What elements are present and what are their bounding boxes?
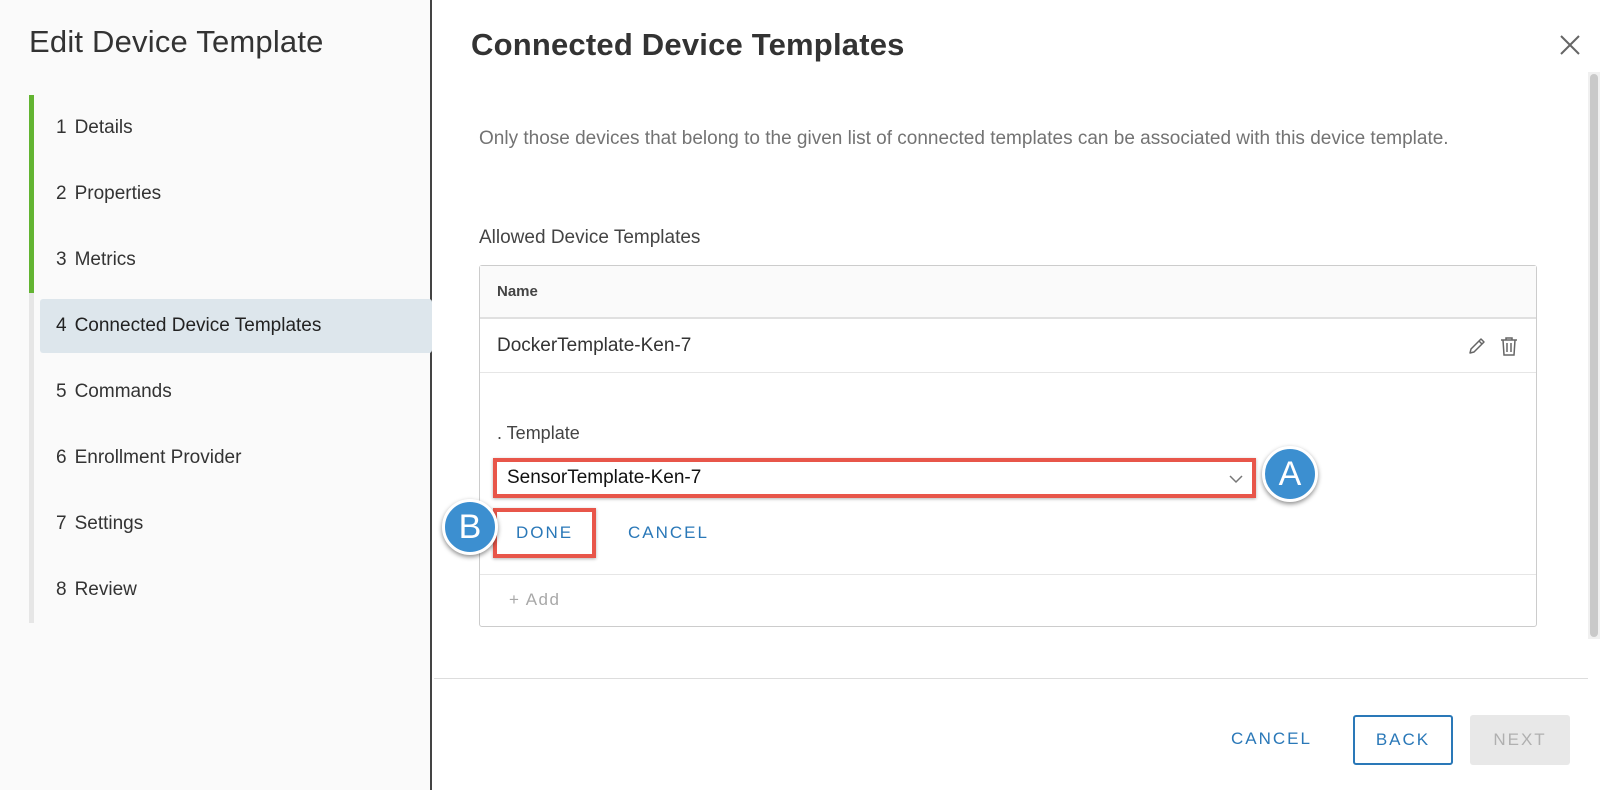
step-properties[interactable]: 2 Properties bbox=[29, 161, 432, 227]
step-number: 8 bbox=[56, 579, 67, 600]
back-button[interactable]: BACK bbox=[1353, 715, 1453, 765]
footer-cancel-button[interactable]: CANCEL bbox=[1231, 715, 1312, 763]
template-name: DockerTemplate-Ken-7 bbox=[497, 334, 692, 356]
section-label: Allowed Device Templates bbox=[479, 227, 701, 248]
step-details[interactable]: 1 Details bbox=[29, 95, 432, 161]
trash-icon[interactable] bbox=[1498, 335, 1520, 357]
step-progress-bar bbox=[29, 557, 34, 623]
step-label: Metrics bbox=[74, 249, 136, 270]
wizard-footer: CANCEL BACK NEXT bbox=[434, 678, 1588, 790]
table-row: DockerTemplate-Ken-7 bbox=[480, 319, 1536, 373]
step-enrollment-provider[interactable]: 6 Enrollment Provider bbox=[29, 425, 432, 491]
row-actions bbox=[1466, 335, 1520, 357]
main-panel: Connected Device Templates Only those de… bbox=[434, 0, 1600, 790]
description-text: Only those devices that belong to the gi… bbox=[479, 128, 1449, 149]
step-label: Review bbox=[74, 579, 137, 600]
step-review[interactable]: 8 Review bbox=[29, 557, 432, 623]
page-title: Connected Device Templates bbox=[471, 27, 905, 62]
editor-cancel-button[interactable]: CANCEL bbox=[628, 508, 709, 558]
next-button[interactable]: NEXT bbox=[1470, 715, 1570, 765]
scrollbar-thumb[interactable] bbox=[1590, 74, 1598, 637]
add-template-button[interactable]: + Add bbox=[480, 575, 1536, 625]
template-editor: . Template SensorTemplate-Ken-7 DONE CAN… bbox=[480, 373, 1536, 575]
wizard-sidebar: Edit Device Template 1 Details 2 Propertie… bbox=[0, 0, 432, 790]
step-number: 1 bbox=[56, 117, 67, 138]
step-number: 6 bbox=[56, 447, 67, 468]
step-number: 2 bbox=[56, 183, 67, 204]
chevron-down-icon bbox=[1228, 471, 1244, 487]
table-header: Name bbox=[480, 266, 1536, 319]
step-progress-bar bbox=[29, 491, 34, 557]
step-label: Commands bbox=[74, 381, 172, 402]
step-number: 4 bbox=[56, 315, 67, 336]
step-commands[interactable]: 5 Commands bbox=[29, 359, 432, 425]
step-progress-bar bbox=[29, 161, 34, 227]
step-progress-bar bbox=[29, 227, 34, 293]
done-button[interactable]: DONE bbox=[493, 508, 596, 558]
step-progress-bar bbox=[29, 95, 34, 161]
column-header-name: Name bbox=[497, 283, 538, 300]
step-label: Settings bbox=[74, 513, 144, 534]
step-settings[interactable]: 7 Settings bbox=[29, 491, 432, 557]
allowed-templates-table: Name DockerTemplate-Ken-7 . Template Sen… bbox=[479, 265, 1537, 627]
scrollbar[interactable] bbox=[1588, 72, 1600, 639]
step-connected-device-templates[interactable]: 4 Connected Device Templates bbox=[29, 293, 432, 359]
step-label: Connected Device Templates bbox=[74, 315, 322, 336]
wizard-steps: 1 Details 2 Properties 3 Metrics 4 Connected… bbox=[29, 95, 432, 623]
step-progress-bar bbox=[29, 359, 34, 425]
step-label: Details bbox=[74, 117, 133, 138]
close-icon[interactable] bbox=[1557, 32, 1583, 58]
step-label: Properties bbox=[74, 183, 162, 204]
step-metrics[interactable]: 3 Metrics bbox=[29, 227, 432, 293]
sidebar-title: Edit Device Template bbox=[29, 24, 324, 59]
step-progress-bar bbox=[29, 425, 34, 491]
pencil-icon[interactable] bbox=[1466, 335, 1488, 357]
template-field-label: . Template bbox=[497, 423, 580, 443]
template-select-value: SensorTemplate-Ken-7 bbox=[507, 467, 702, 488]
annotation-badge-a: A bbox=[1262, 446, 1318, 502]
template-select[interactable]: SensorTemplate-Ken-7 bbox=[493, 458, 1256, 498]
step-number: 5 bbox=[56, 381, 67, 402]
annotation-badge-b: B bbox=[442, 499, 498, 555]
step-label: Enrollment Provider bbox=[74, 447, 242, 468]
step-number: 3 bbox=[56, 249, 67, 270]
step-number: 7 bbox=[56, 513, 67, 534]
